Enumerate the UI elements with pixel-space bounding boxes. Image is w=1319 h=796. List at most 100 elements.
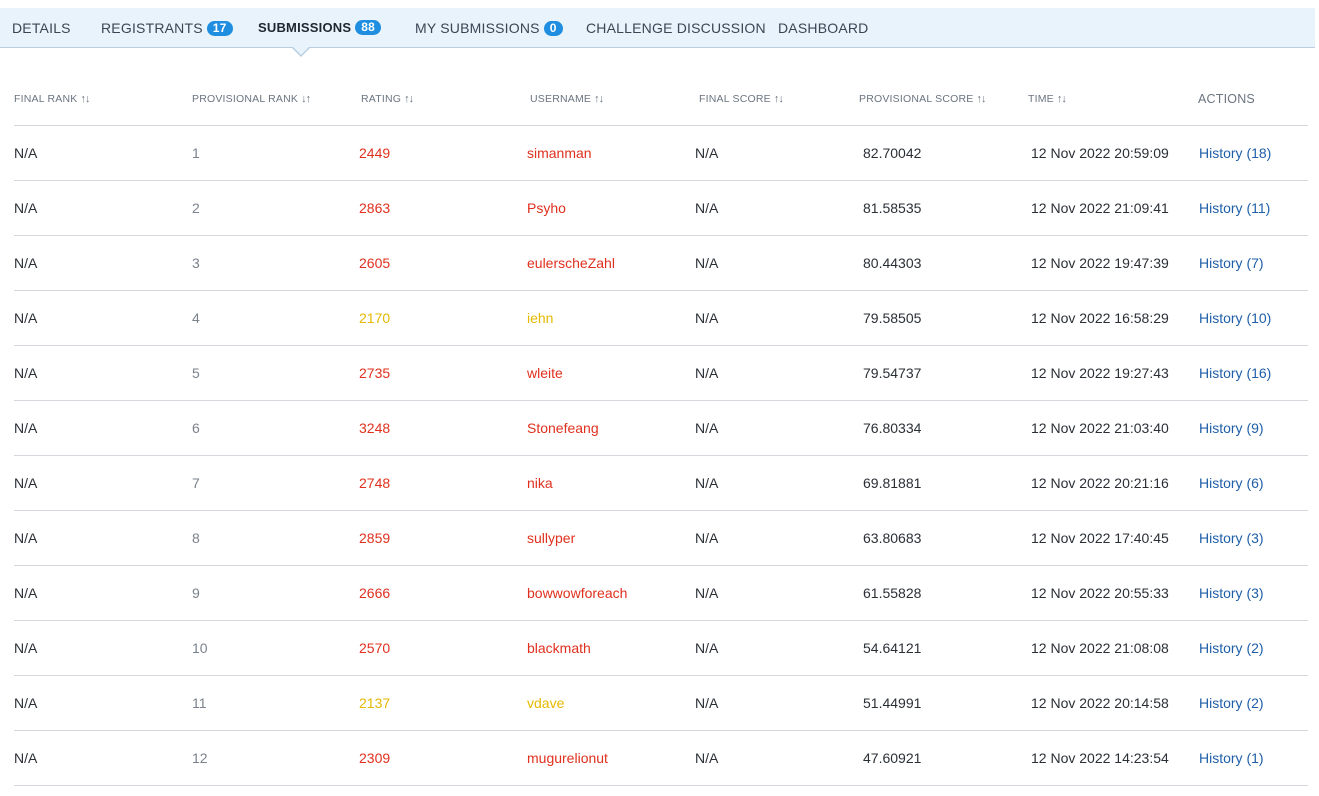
username-link[interactable]: vdave (527, 676, 564, 730)
history-link[interactable]: History (2) (1199, 676, 1264, 730)
history-link[interactable]: History (3) (1199, 566, 1264, 620)
sort-icon: ↑↓ (80, 93, 90, 105)
submission-time-cell: 12 Nov 2022 20:21:16 (1031, 475, 1169, 491)
final-score-cell: N/A (695, 750, 719, 766)
table-row: N/A 7 2748 nika N/A 69.81881 12 Nov 2022… (14, 456, 1308, 511)
tab-challenge-discussion[interactable]: CHALLENGE DISCUSSION (586, 8, 766, 48)
username-link[interactable]: mugurelionut (527, 731, 608, 785)
provisional-rank-cell: 10 (192, 640, 208, 656)
column-header-provisional-score[interactable]: PROVISIONAL SCORE ↑↓ (859, 93, 986, 105)
registrants-count-badge: 17 (206, 21, 233, 36)
column-header-time[interactable]: TIME ↑↓ (1028, 93, 1067, 105)
rating-cell: 2170 (359, 310, 391, 326)
tab-registrants[interactable]: REGISTRANTS 17 (101, 8, 233, 48)
column-header-rating[interactable]: RATING ↑↓ (361, 93, 414, 105)
submissions-table-body: N/A 1 2449 simanman N/A 82.70042 12 Nov … (14, 126, 1308, 786)
column-header-provisional-rank[interactable]: PROVISIONAL RANK ↓↑ (192, 93, 311, 105)
tab-label: CHALLENGE DISCUSSION (586, 20, 766, 36)
history-link[interactable]: History (1) (1199, 731, 1264, 785)
submission-time-cell: 12 Nov 2022 16:58:29 (1031, 310, 1169, 326)
tab-dashboard[interactable]: DASHBOARD (778, 8, 868, 48)
table-row: N/A 10 2570 blackmath N/A 54.64121 12 No… (14, 621, 1308, 676)
username-link[interactable]: simanman (527, 126, 592, 180)
username-link[interactable]: iehn (527, 291, 553, 345)
column-header-label: PROVISIONAL RANK (192, 93, 299, 105)
username-link[interactable]: wleite (527, 346, 563, 400)
final-score-cell: N/A (695, 365, 719, 381)
submission-time-cell: 12 Nov 2022 21:03:40 (1031, 420, 1169, 436)
final-rank-cell: N/A (14, 695, 38, 711)
history-link[interactable]: History (9) (1199, 401, 1264, 455)
table-row: N/A 4 2170 iehn N/A 79.58505 12 Nov 2022… (14, 291, 1308, 346)
final-rank-cell: N/A (14, 365, 38, 381)
provisional-score-cell: 81.58535 (863, 200, 922, 216)
submission-time-cell: 12 Nov 2022 19:47:39 (1031, 255, 1169, 271)
username-link[interactable]: Psyho (527, 181, 566, 235)
column-header-label: PROVISIONAL SCORE (859, 93, 974, 105)
table-row: N/A 1 2449 simanman N/A 82.70042 12 Nov … (14, 126, 1308, 181)
tab-label: REGISTRANTS (101, 20, 203, 36)
rating-cell: 2735 (359, 365, 391, 381)
username-link[interactable]: nika (527, 456, 553, 510)
provisional-rank-cell: 11 (192, 695, 207, 711)
column-header-username[interactable]: USERNAME ↑↓ (530, 93, 604, 105)
username-link[interactable]: eulerscheZahl (527, 236, 615, 290)
table-row: N/A 8 2859 sullyper N/A 63.80683 12 Nov … (14, 511, 1308, 566)
tab-label: DASHBOARD (778, 20, 869, 36)
tab-details[interactable]: DETAILS (12, 8, 71, 48)
tab-label: SUBMISSIONS (258, 20, 352, 35)
table-row: N/A 9 2666 bowwowforeach N/A 61.55828 12… (14, 566, 1308, 621)
final-rank-cell: N/A (14, 585, 38, 601)
history-link[interactable]: History (11) (1199, 181, 1270, 235)
username-link[interactable]: blackmath (527, 621, 591, 675)
column-header-final-score[interactable]: FINAL SCORE ↑↓ (699, 93, 784, 105)
tab-label: MY SUBMISSIONS (415, 20, 540, 36)
provisional-score-cell: 82.70042 (863, 145, 922, 161)
submission-time-cell: 12 Nov 2022 21:08:08 (1031, 640, 1169, 656)
table-header: FINAL RANK ↑↓ PROVISIONAL RANK ↓↑ RATING ↑↓… (14, 78, 1308, 126)
column-header-label: FINAL SCORE (699, 93, 771, 105)
provisional-rank-cell: 12 (192, 750, 208, 766)
rating-cell: 2605 (359, 255, 391, 271)
rating-cell: 2666 (359, 585, 391, 601)
provisional-score-cell: 63.80683 (863, 530, 922, 546)
final-score-cell: N/A (695, 255, 719, 271)
provisional-rank-cell: 2 (192, 200, 200, 216)
history-link[interactable]: History (6) (1199, 456, 1264, 510)
history-link[interactable]: History (16) (1199, 346, 1271, 400)
column-header-label: FINAL RANK (14, 93, 78, 105)
provisional-score-cell: 79.54737 (863, 365, 922, 381)
column-header-label: ACTIONS (1198, 92, 1255, 106)
active-tab-pointer-fill (292, 46, 310, 55)
history-link[interactable]: History (2) (1199, 621, 1264, 675)
final-score-cell: N/A (695, 310, 719, 326)
table-row: N/A 12 2309 mugurelionut N/A 47.60921 12… (14, 731, 1308, 786)
submission-time-cell: 12 Nov 2022 17:40:45 (1031, 530, 1169, 546)
rating-cell: 2449 (359, 145, 391, 161)
history-link[interactable]: History (18) (1199, 126, 1271, 180)
final-score-cell: N/A (695, 695, 719, 711)
final-rank-cell: N/A (14, 750, 38, 766)
tab-my-submissions[interactable]: MY SUBMISSIONS 0 (415, 8, 563, 48)
final-rank-cell: N/A (14, 200, 38, 216)
history-link[interactable]: History (3) (1199, 511, 1264, 565)
provisional-rank-cell: 3 (192, 255, 200, 271)
username-link[interactable]: Stonefeang (527, 401, 599, 455)
table-row: N/A 6 3248 Stonefeang N/A 76.80334 12 No… (14, 401, 1308, 456)
provisional-rank-cell: 9 (192, 585, 200, 601)
tab-submissions[interactable]: SUBMISSIONS 88 (258, 8, 381, 48)
submissions-count-badge: 88 (355, 20, 381, 35)
username-link[interactable]: sullyper (527, 511, 575, 565)
my-submissions-count-badge: 0 (543, 21, 563, 36)
history-link[interactable]: History (7) (1199, 236, 1264, 290)
final-rank-cell: N/A (14, 420, 38, 436)
sort-icon: ↑↓ (1056, 93, 1067, 105)
submission-time-cell: 12 Nov 2022 19:27:43 (1031, 365, 1169, 381)
final-rank-cell: N/A (14, 640, 38, 656)
column-header-label: USERNAME (530, 93, 592, 105)
username-link[interactable]: bowwowforeach (527, 566, 627, 620)
column-header-final-rank[interactable]: FINAL RANK ↑↓ (14, 93, 90, 105)
final-rank-cell: N/A (14, 475, 38, 491)
sort-icon: ↓↑ (301, 93, 311, 105)
history-link[interactable]: History (10) (1199, 291, 1271, 345)
